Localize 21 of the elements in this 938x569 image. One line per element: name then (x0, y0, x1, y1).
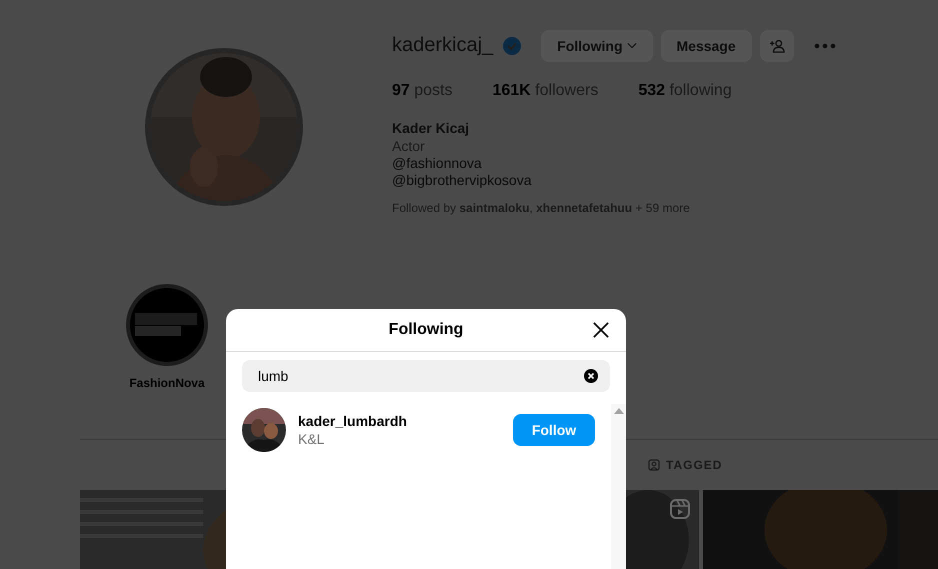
dialog-title: Following (388, 321, 464, 339)
scroll-up-arrow-icon[interactable] (614, 408, 624, 414)
search-field[interactable]: lumb (242, 360, 610, 392)
full-name: Kader Kicaj (392, 120, 470, 136)
add-person-icon (768, 38, 785, 52)
username[interactable]: kader_lumbardh (298, 413, 501, 429)
username: kaderkicaj_ (392, 34, 494, 57)
full-name: K&L (298, 431, 326, 447)
clear-icon[interactable] (584, 369, 598, 383)
following-button[interactable]: Following (541, 30, 652, 62)
more-options-icon[interactable] (814, 42, 836, 48)
highlight-label: FashionNova (129, 376, 205, 390)
add-person-button[interactable] (760, 30, 794, 62)
profile-link[interactable]: @bigbrothervipkosova (392, 172, 836, 188)
tag-icon (648, 459, 660, 471)
follow-button[interactable]: Follow (513, 414, 595, 446)
close-icon[interactable] (593, 322, 609, 338)
profile-link[interactable]: @fashionnova (392, 155, 836, 171)
message-button[interactable]: Message (660, 30, 752, 62)
chevron-down-icon (626, 42, 636, 49)
scrollbar[interactable] (611, 404, 626, 569)
